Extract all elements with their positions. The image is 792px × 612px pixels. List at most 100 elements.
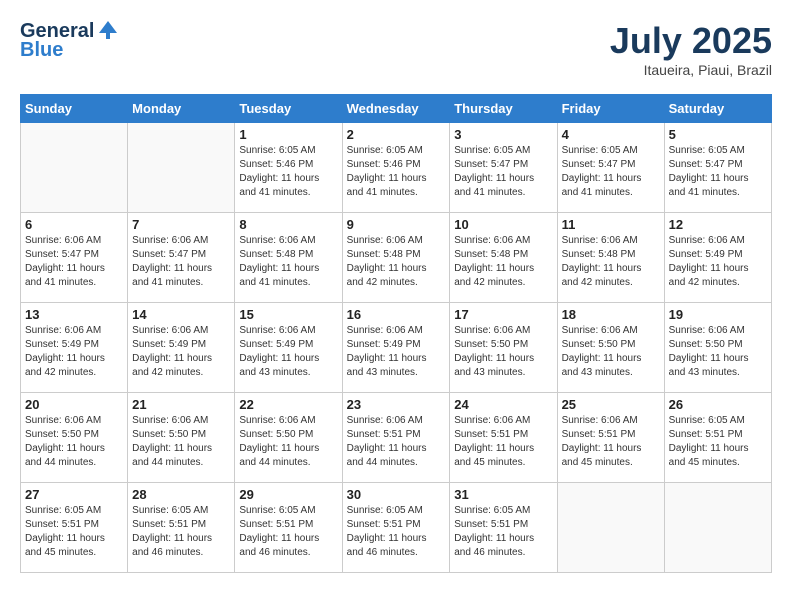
calendar-cell: 8 Sunrise: 6:06 AMSunset: 5:48 PMDaylight…	[235, 213, 342, 303]
day-number: 31	[454, 487, 552, 502]
day-number: 5	[669, 127, 767, 142]
calendar-cell: 12 Sunrise: 6:06 AMSunset: 5:49 PMDayligh…	[664, 213, 771, 303]
day-number: 27	[25, 487, 123, 502]
location-subtitle: Itaueira, Piaui, Brazil	[610, 62, 772, 78]
day-number: 6	[25, 217, 123, 232]
day-info: Sunrise: 6:06 AMSunset: 5:50 PMDaylight:…	[669, 324, 767, 380]
day-info: Sunrise: 6:06 AMSunset: 5:50 PMDaylight:…	[25, 414, 123, 470]
day-info: Sunrise: 6:06 AMSunset: 5:50 PMDaylight:…	[239, 414, 337, 470]
calendar-cell: 28Sunrise: 6:05 AMSunset: 5:51 PMDayligh…	[128, 483, 235, 573]
calendar-cell: 9Sunrise: 6:06 AMSunset: 5:48 PMDaylight…	[342, 213, 450, 303]
day-info: Sunrise: 6:05 AMSunset: 5:51 PMDaylight:…	[347, 504, 446, 560]
week-row-3: 13Sunrise: 6:06 AMSunset: 5:49 PMDayligh…	[21, 303, 772, 393]
calendar-cell: 1 Sunrise: 6:05 AMSunset: 5:46 PMDaylight…	[235, 123, 342, 213]
day-info: Sunrise: 6:05 AMSunset: 5:47 PMDaylight:…	[562, 144, 660, 200]
day-number: 22	[239, 397, 337, 412]
day-number: 26	[669, 397, 767, 412]
week-row-1: 1 Sunrise: 6:05 AMSunset: 5:46 PMDaylight…	[21, 123, 772, 213]
day-number: 25	[562, 397, 660, 412]
day-number: 28	[132, 487, 230, 502]
calendar-cell: 22 Sunrise: 6:06 AMSunset: 5:50 PMDayligh…	[235, 393, 342, 483]
day-info: Sunrise: 6:05 AMSunset: 5:46 PMDaylight:…	[347, 144, 446, 200]
day-number: 11	[562, 217, 660, 232]
calendar-cell: 21Sunrise: 6:06 AMSunset: 5:50 PMDayligh…	[128, 393, 235, 483]
day-number: 8	[239, 217, 337, 232]
weekday-header-saturday: Saturday	[664, 95, 771, 123]
day-info: Sunrise: 6:05 AMSunset: 5:51 PMDaylight:…	[669, 414, 767, 470]
day-info: Sunrise: 6:05 AMSunset: 5:51 PMDaylight:…	[239, 504, 337, 560]
day-number: 2	[347, 127, 446, 142]
day-info: Sunrise: 6:06 AMSunset: 5:47 PMDaylight:…	[132, 234, 230, 290]
day-number: 20	[25, 397, 123, 412]
calendar-cell: 15Sunrise: 6:06 AMSunset: 5:49 PMDayligh…	[235, 303, 342, 393]
calendar-cell: 26 Sunrise: 6:05 AMSunset: 5:51 PMDayligh…	[664, 393, 771, 483]
title-area: July 2025 Itaueira, Piaui, Brazil	[610, 20, 772, 78]
calendar-table: SundayMondayTuesdayWednesdayThursdayFrid…	[20, 94, 772, 573]
calendar-cell: 6 Sunrise: 6:06 AMSunset: 5:47 PMDaylight…	[21, 213, 128, 303]
day-info: Sunrise: 6:06 AMSunset: 5:51 PMDaylight:…	[562, 414, 660, 470]
calendar-cell: 19 Sunrise: 6:06 AMSunset: 5:50 PMDayligh…	[664, 303, 771, 393]
calendar-cell	[664, 483, 771, 573]
calendar-cell: 20 Sunrise: 6:06 AMSunset: 5:50 PMDayligh…	[21, 393, 128, 483]
day-number: 1	[239, 127, 337, 142]
logo-icon	[97, 19, 119, 41]
week-row-5: 27 Sunrise: 6:05 AMSunset: 5:51 PMDayligh…	[21, 483, 772, 573]
calendar-cell: 13Sunrise: 6:06 AMSunset: 5:49 PMDayligh…	[21, 303, 128, 393]
day-info: Sunrise: 6:05 AMSunset: 5:47 PMDaylight:…	[454, 144, 552, 200]
day-number: 4	[562, 127, 660, 142]
day-info: Sunrise: 6:06 AMSunset: 5:48 PMDaylight:…	[347, 234, 446, 290]
week-row-4: 20 Sunrise: 6:06 AMSunset: 5:50 PMDayligh…	[21, 393, 772, 483]
day-info: Sunrise: 6:06 AMSunset: 5:50 PMDaylight:…	[562, 324, 660, 380]
calendar-cell: 4 Sunrise: 6:05 AMSunset: 5:47 PMDaylight…	[557, 123, 664, 213]
weekday-header-wednesday: Wednesday	[342, 95, 450, 123]
calendar-cell: 2 Sunrise: 6:05 AMSunset: 5:46 PMDaylight…	[342, 123, 450, 213]
weekday-header-sunday: Sunday	[21, 95, 128, 123]
day-number: 3	[454, 127, 552, 142]
day-number: 24	[454, 397, 552, 412]
calendar-cell: 3 Sunrise: 6:05 AMSunset: 5:47 PMDaylight…	[450, 123, 557, 213]
calendar-cell	[128, 123, 235, 213]
day-info: Sunrise: 6:06 AMSunset: 5:51 PMDaylight:…	[454, 414, 552, 470]
day-number: 12	[669, 217, 767, 232]
day-number: 17	[454, 307, 552, 322]
day-number: 19	[669, 307, 767, 322]
day-number: 18	[562, 307, 660, 322]
calendar-cell	[21, 123, 128, 213]
week-row-2: 6 Sunrise: 6:06 AMSunset: 5:47 PMDaylight…	[21, 213, 772, 303]
day-info: Sunrise: 6:06 AMSunset: 5:49 PMDaylight:…	[239, 324, 337, 380]
calendar-cell: 17 Sunrise: 6:06 AMSunset: 5:50 PMDayligh…	[450, 303, 557, 393]
day-number: 16	[347, 307, 446, 322]
day-info: Sunrise: 6:06 AMSunset: 5:49 PMDaylight:…	[347, 324, 446, 380]
calendar-cell	[557, 483, 664, 573]
calendar-cell: 14 Sunrise: 6:06 AMSunset: 5:49 PMDayligh…	[128, 303, 235, 393]
calendar-cell: 10 Sunrise: 6:06 AMSunset: 5:48 PMDayligh…	[450, 213, 557, 303]
day-info: Sunrise: 6:05 AMSunset: 5:46 PMDaylight:…	[239, 144, 337, 200]
weekday-header-friday: Friday	[557, 95, 664, 123]
logo: General Blue	[20, 20, 119, 62]
calendar-cell: 23Sunrise: 6:06 AMSunset: 5:51 PMDayligh…	[342, 393, 450, 483]
header: General Blue July 2025 Itaueira, Piaui, …	[20, 20, 772, 78]
calendar-cell: 24 Sunrise: 6:06 AMSunset: 5:51 PMDayligh…	[450, 393, 557, 483]
day-number: 14	[132, 307, 230, 322]
calendar-cell: 7Sunrise: 6:06 AMSunset: 5:47 PMDaylight…	[128, 213, 235, 303]
day-info: Sunrise: 6:06 AMSunset: 5:49 PMDaylight:…	[132, 324, 230, 380]
calendar-cell: 18 Sunrise: 6:06 AMSunset: 5:50 PMDayligh…	[557, 303, 664, 393]
calendar-cell: 5 Sunrise: 6:05 AMSunset: 5:47 PMDaylight…	[664, 123, 771, 213]
day-info: Sunrise: 6:06 AMSunset: 5:47 PMDaylight:…	[25, 234, 123, 290]
day-info: Sunrise: 6:05 AMSunset: 5:51 PMDaylight:…	[25, 504, 123, 560]
weekday-header-thursday: Thursday	[450, 95, 557, 123]
day-info: Sunrise: 6:06 AMSunset: 5:48 PMDaylight:…	[239, 234, 337, 290]
day-info: Sunrise: 6:06 AMSunset: 5:49 PMDaylight:…	[669, 234, 767, 290]
day-info: Sunrise: 6:06 AMSunset: 5:48 PMDaylight:…	[562, 234, 660, 290]
day-number: 30	[347, 487, 446, 502]
day-info: Sunrise: 6:06 AMSunset: 5:48 PMDaylight:…	[454, 234, 552, 290]
month-title: July 2025	[610, 20, 772, 62]
day-info: Sunrise: 6:06 AMSunset: 5:50 PMDaylight:…	[454, 324, 552, 380]
weekday-header-row: SundayMondayTuesdayWednesdayThursdayFrid…	[21, 95, 772, 123]
calendar-cell: 29Sunrise: 6:05 AMSunset: 5:51 PMDayligh…	[235, 483, 342, 573]
calendar-cell: 11 Sunrise: 6:06 AMSunset: 5:48 PMDayligh…	[557, 213, 664, 303]
calendar-cell: 31Sunrise: 6:05 AMSunset: 5:51 PMDayligh…	[450, 483, 557, 573]
day-info: Sunrise: 6:05 AMSunset: 5:47 PMDaylight:…	[669, 144, 767, 200]
calendar-cell: 16 Sunrise: 6:06 AMSunset: 5:49 PMDayligh…	[342, 303, 450, 393]
day-number: 10	[454, 217, 552, 232]
